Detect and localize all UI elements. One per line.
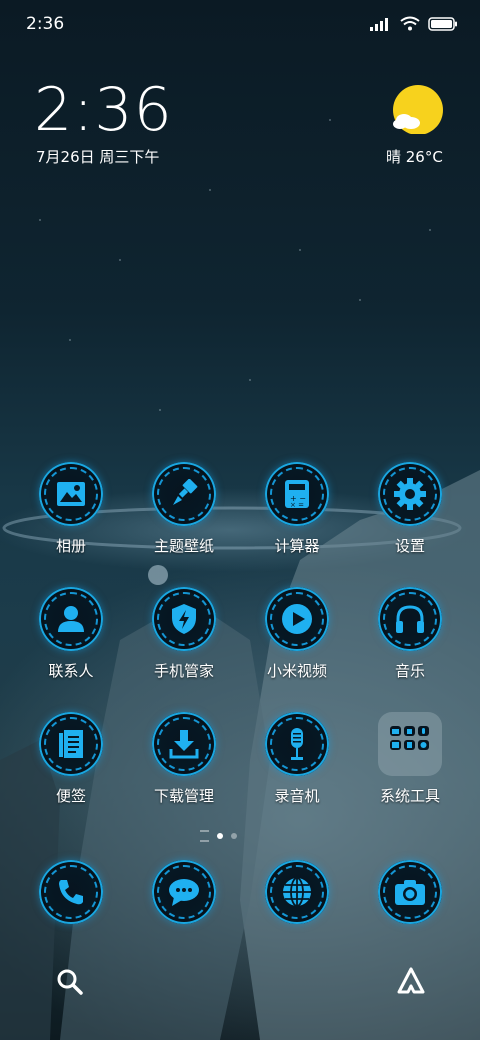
app-calculator[interactable]: + − × = 计算器 bbox=[247, 462, 347, 556]
status-bar: 2:36 bbox=[0, 0, 480, 50]
person-icon bbox=[39, 587, 103, 651]
page-dot-active bbox=[217, 833, 223, 839]
play-icon bbox=[265, 587, 329, 651]
gear-icon bbox=[378, 462, 442, 526]
dock-phone[interactable] bbox=[21, 860, 121, 924]
app-label: 设置 bbox=[394, 537, 425, 555]
app-label: 录音机 bbox=[274, 787, 320, 805]
weather-text: 晴 26°C bbox=[386, 148, 443, 166]
microphone-icon bbox=[265, 712, 329, 776]
clock-widget-time[interactable]: 2:36 bbox=[34, 80, 173, 140]
paintbrush-icon bbox=[152, 462, 216, 526]
headphones-icon bbox=[378, 587, 442, 651]
assistant-icon[interactable] bbox=[396, 966, 426, 996]
svg-text:+ −: + − bbox=[290, 494, 306, 503]
app-gallery[interactable]: 相册 bbox=[21, 462, 121, 556]
app-label: 系统工具 bbox=[379, 787, 440, 805]
camera-icon bbox=[378, 860, 442, 924]
app-label: 下载管理 bbox=[153, 787, 214, 805]
app-label: 手机管家 bbox=[153, 662, 214, 680]
app-notes[interactable]: 便签 bbox=[21, 712, 121, 806]
app-music[interactable]: 音乐 bbox=[360, 587, 460, 681]
app-label: 小米视频 bbox=[266, 662, 327, 680]
app-downloads[interactable]: 下载管理 bbox=[134, 712, 234, 806]
phone-icon bbox=[39, 860, 103, 924]
app-label: 便签 bbox=[55, 787, 86, 805]
shield-bolt-icon bbox=[152, 587, 216, 651]
app-label: 计算器 bbox=[274, 537, 320, 555]
app-settings[interactable]: 设置 bbox=[360, 462, 460, 556]
wifi-icon bbox=[400, 16, 420, 31]
app-recorder[interactable]: 录音机 bbox=[247, 712, 347, 806]
page-indicator-home-icon bbox=[200, 830, 209, 842]
wallpaper-stars bbox=[0, 0, 480, 460]
app-contacts[interactable]: 联系人 bbox=[21, 587, 121, 681]
app-security[interactable]: 手机管家 bbox=[134, 587, 234, 681]
message-icon bbox=[152, 860, 216, 924]
sunny-cloud-icon[interactable] bbox=[390, 84, 446, 134]
signal-icon bbox=[370, 17, 388, 31]
search-icon[interactable] bbox=[56, 968, 84, 996]
clock-widget-date: 7月26日 周三下午 bbox=[36, 148, 160, 166]
calculator-icon: + − × = bbox=[265, 462, 329, 526]
notes-icon bbox=[39, 712, 103, 776]
folder-icon bbox=[378, 712, 442, 776]
gallery-icon bbox=[39, 462, 103, 526]
dock-browser[interactable] bbox=[247, 860, 347, 924]
download-icon bbox=[152, 712, 216, 776]
app-label: 相册 bbox=[55, 537, 86, 555]
app-label: 音乐 bbox=[394, 662, 425, 680]
browser-globe-icon bbox=[265, 860, 329, 924]
dock-messages[interactable] bbox=[134, 860, 234, 924]
app-themes[interactable]: 主题壁纸 bbox=[134, 462, 234, 556]
dock-camera[interactable] bbox=[360, 860, 460, 924]
svg-text:× =: × = bbox=[290, 501, 304, 509]
page-indicator[interactable] bbox=[200, 830, 237, 842]
app-video[interactable]: 小米视频 bbox=[247, 587, 347, 681]
page-dot bbox=[231, 833, 237, 839]
battery-icon bbox=[428, 16, 457, 31]
app-label: 联系人 bbox=[48, 662, 94, 680]
status-time: 2:36 bbox=[26, 14, 65, 34]
folder-system-tools[interactable]: 系统工具 bbox=[360, 712, 460, 806]
app-label: 主题壁纸 bbox=[153, 537, 214, 555]
